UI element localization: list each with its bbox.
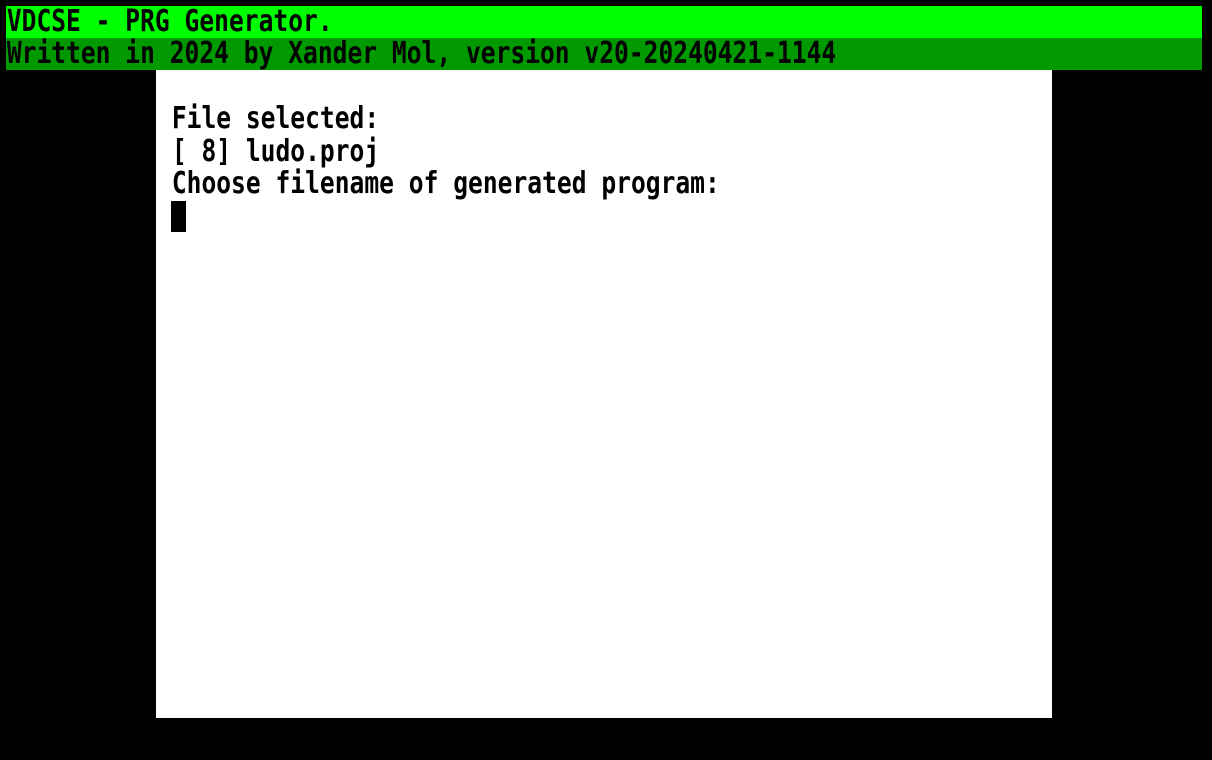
emulator-screen: VDCSE - PRG Generator. Written in 2024 b…	[0, 0, 1212, 760]
filename-prompt: Choose filename of generated program:	[171, 166, 720, 201]
app-subtitle-bar: Written in 2024 by Xander Mol, version v…	[6, 38, 1202, 70]
file-selected-label: File selected:	[171, 101, 380, 136]
text-cursor[interactable]	[171, 201, 186, 232]
selected-file-entry: [ 8] ludo.proj	[171, 134, 380, 169]
console-panel: File selected: [ 8] ludo.proj Choose fil…	[156, 70, 1052, 718]
app-subtitle: Written in 2024 by Xander Mol, version v…	[6, 38, 837, 70]
app-title-bar: VDCSE - PRG Generator.	[6, 6, 1202, 38]
app-title: VDCSE - PRG Generator.	[6, 6, 333, 38]
